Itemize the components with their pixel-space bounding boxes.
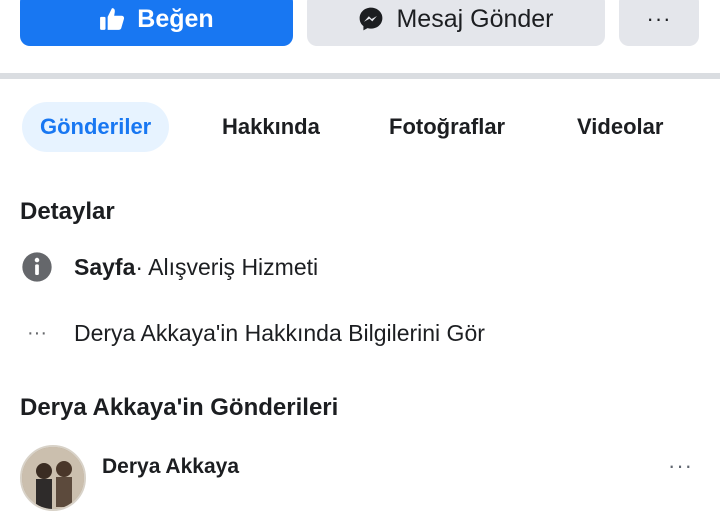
send-message-button[interactable]: Mesaj Gönder xyxy=(307,0,605,46)
thumbs-up-icon xyxy=(99,6,125,32)
more-dots-icon: ··· xyxy=(646,6,672,31)
tab-about[interactable]: Hakkında xyxy=(222,102,320,152)
like-button[interactable]: Beğen xyxy=(20,0,293,46)
more-options-button[interactable]: ··· xyxy=(619,0,699,46)
page-category-label: · Alışveriş Hizmeti xyxy=(135,253,319,280)
more-dots-icon[interactable]: ··· xyxy=(668,453,693,479)
section-divider xyxy=(0,73,720,79)
info-icon xyxy=(20,250,54,284)
post-author-name[interactable]: Derya Akkaya xyxy=(102,455,239,479)
details-title: Detaylar xyxy=(20,198,115,225)
profile-tabs: Gönderiler Hakkında Fotoğraflar Videolar xyxy=(0,96,720,156)
like-button-label: Beğen xyxy=(137,4,214,33)
messenger-icon xyxy=(358,6,384,32)
avatar[interactable] xyxy=(20,445,86,511)
tab-videos[interactable]: Videolar xyxy=(577,102,663,152)
see-about-link[interactable]: Derya Akkaya'in Hakkında Bilgilerini Gör xyxy=(74,320,485,347)
page-category-row: Sayfa · Alışveriş Hizmeti xyxy=(20,250,318,284)
send-message-button-label: Mesaj Gönder xyxy=(396,4,554,33)
page-type-label: Sayfa xyxy=(74,253,136,280)
tab-posts[interactable]: Gönderiler xyxy=(22,102,170,152)
more-dots-icon: ··· xyxy=(27,321,47,344)
tab-photos[interactable]: Fotoğraflar xyxy=(389,102,505,152)
see-about-row[interactable]: ··· Derya Akkaya'in Hakkında Bilgilerini… xyxy=(20,316,485,350)
posts-title: Derya Akkaya'in Gönderileri xyxy=(20,394,339,421)
